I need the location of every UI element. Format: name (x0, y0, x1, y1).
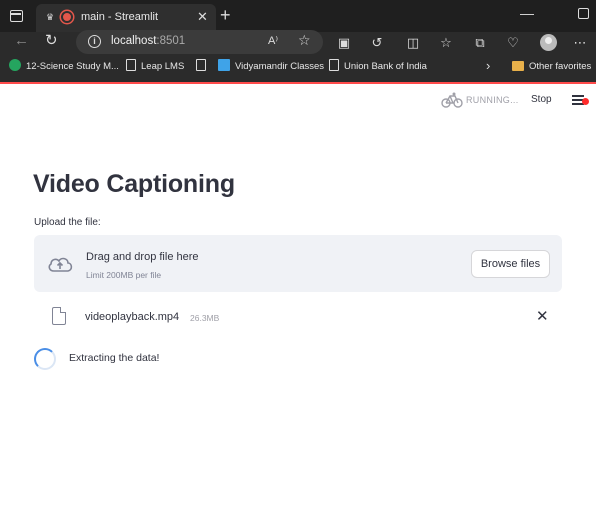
address-bar-row: ← ↻ i localhost:8501 A⁾ ☆ ▣ ↺ ◫ ☆ ⧉ ♡ ⋯ (0, 30, 596, 56)
running-status: RUNNING... (466, 95, 519, 105)
running-bike-icon (441, 92, 463, 108)
url-port: :8501 (156, 35, 186, 47)
page-title: Video Captioning (33, 170, 235, 198)
recording-icon (61, 11, 73, 23)
collections-icon[interactable]: ⧉ (472, 35, 488, 51)
dropzone-title: Drag and drop file here (86, 251, 199, 263)
stop-button[interactable]: Stop (531, 94, 552, 105)
url-field[interactable]: i localhost:8501 A⁾ ☆ (76, 30, 323, 54)
new-tab-button[interactable]: + (220, 5, 231, 25)
chevron-right-icon[interactable]: › (486, 58, 490, 73)
site-info-icon[interactable]: i (88, 35, 101, 48)
bookmark-item[interactable]: 12-Science Study M... (9, 58, 119, 78)
bookmark-label: Leap LMS (141, 61, 185, 72)
read-aloud-icon[interactable]: A⁾ (268, 34, 278, 47)
minimize-icon[interactable]: — (520, 5, 534, 21)
spinner-text: Extracting the data! (69, 352, 160, 364)
browser-chrome: ♛ main - Streamlit ✕ + — ← ↻ i localhost… (0, 0, 596, 84)
maximize-icon[interactable] (578, 8, 589, 19)
upload-label: Upload the file: (34, 217, 101, 228)
url-text: localhost:8501 (111, 35, 185, 47)
blue-square-icon (218, 59, 230, 71)
split-screen-icon[interactable]: ◫ (405, 35, 421, 51)
url-host: localhost (111, 35, 157, 47)
folder-icon (512, 61, 524, 71)
page-icon (126, 59, 136, 71)
remove-file-icon[interactable]: ✕ (536, 307, 549, 325)
tab-title: main - Streamlit (81, 11, 159, 23)
tab-collection-icon: ♛ (45, 12, 55, 22)
tab-main[interactable]: ♛ main - Streamlit ✕ (36, 4, 216, 32)
cloud-upload-icon (48, 257, 73, 272)
uploaded-file-row: videoplayback.mp4 26.3MB ✕ (34, 300, 562, 334)
back-icon[interactable]: ← (14, 32, 29, 49)
bookmark-label: Union Bank of India (344, 61, 427, 72)
file-icon (52, 307, 66, 325)
file-dropzone[interactable]: Drag and drop file here Limit 200MB per … (34, 235, 562, 292)
extension-icon[interactable]: ▣ (336, 35, 352, 51)
more-icon[interactable]: ⋯ (572, 35, 588, 51)
star-icon[interactable]: ☆ (298, 32, 311, 49)
browse-files-button[interactable]: Browse files (471, 250, 550, 278)
bookmark-item[interactable]: Vidyamandir Classes (218, 58, 324, 78)
tab-bar: ♛ main - Streamlit ✕ + — (0, 0, 596, 32)
bookmark-item[interactable]: Leap LMS (126, 58, 184, 78)
reload-icon[interactable]: ↻ (45, 31, 58, 49)
bookmark-item[interactable]: Union Bank of India (329, 58, 427, 78)
loading-spinner-icon (34, 348, 56, 370)
other-favorites-label: Other favorites (529, 61, 592, 72)
green-logo-icon (9, 59, 21, 71)
page-icon (329, 59, 339, 71)
profile-avatar[interactable] (540, 34, 557, 51)
refresh-extension-icon[interactable]: ↺ (369, 35, 385, 51)
other-favorites[interactable]: Other favorites (512, 58, 591, 78)
bookmark-item[interactable] (196, 58, 211, 78)
file-size: 26.3MB (190, 313, 220, 323)
health-icon[interactable]: ♡ (505, 35, 521, 51)
bookmarks-bar: 12-Science Study M... Leap LMS Vidyamand… (0, 58, 596, 78)
bookmark-label: 12-Science Study M... (26, 61, 119, 72)
streamlit-decoration-bar (0, 82, 596, 84)
bookmark-label: Vidyamandir Classes (235, 61, 325, 72)
file-name: videoplayback.mp4 (85, 311, 180, 323)
notification-dot (582, 98, 589, 105)
page-icon (196, 59, 206, 71)
tab-close-icon[interactable]: ✕ (197, 9, 208, 25)
favorites-icon[interactable]: ☆ (438, 35, 454, 51)
dropzone-limit: Limit 200MB per file (86, 270, 162, 280)
tab-actions-icon[interactable] (10, 10, 23, 22)
